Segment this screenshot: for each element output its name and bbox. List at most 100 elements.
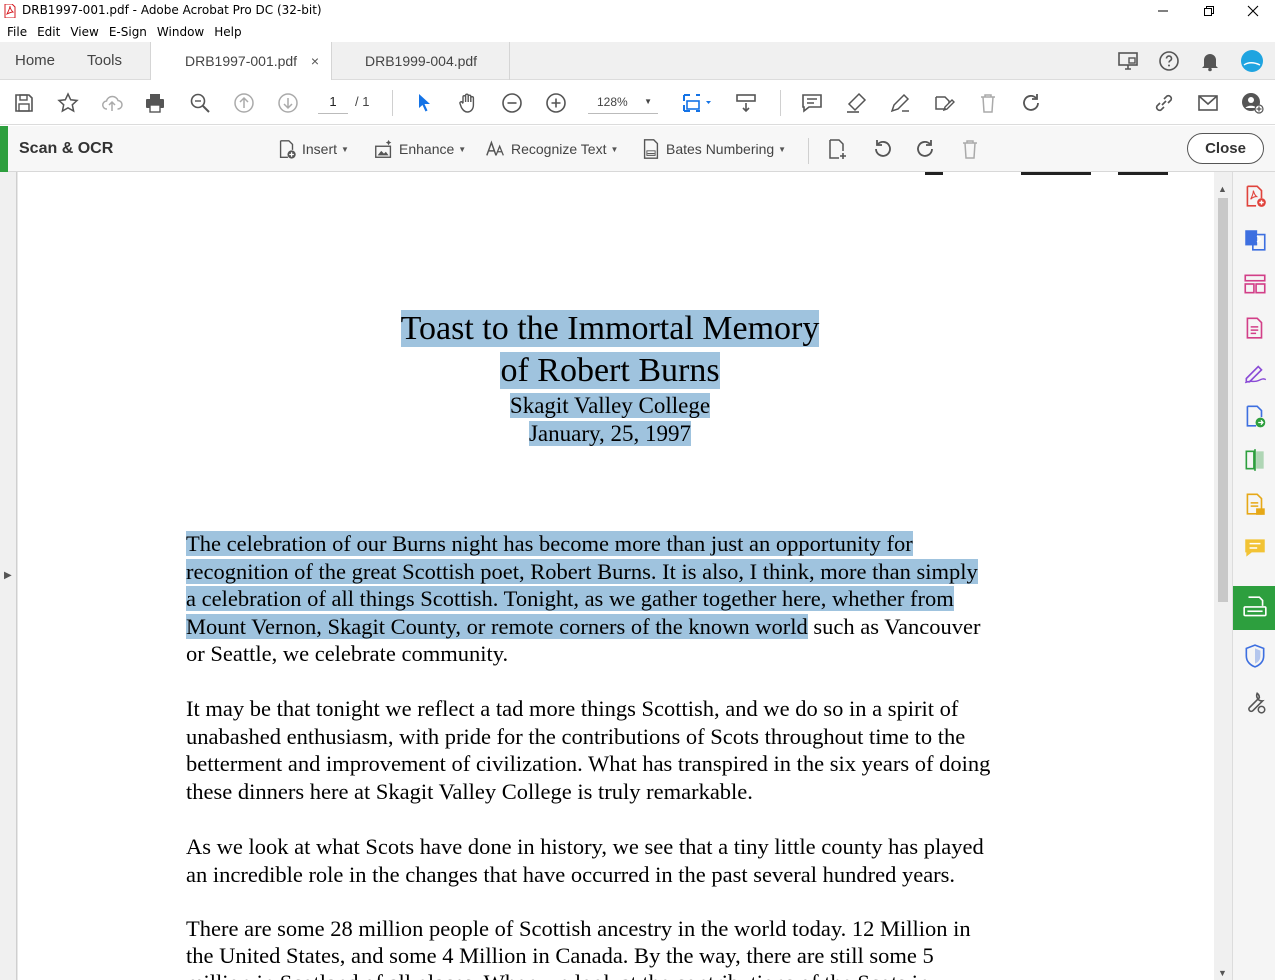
- account-avatar[interactable]: [1238, 47, 1266, 75]
- menu-help[interactable]: Help: [209, 22, 246, 42]
- share-link-button[interactable]: [1150, 89, 1178, 117]
- delete-page-button[interactable]: [956, 135, 984, 163]
- chevron-down-icon: ▼: [644, 97, 652, 106]
- export-document-tool[interactable]: [1233, 482, 1275, 526]
- tool-title: Scan & OCR: [19, 140, 114, 157]
- document-export-icon: [1246, 493, 1265, 515]
- menu-view[interactable]: View: [65, 22, 103, 42]
- help-button[interactable]: [1155, 47, 1183, 75]
- share-screen-icon: [1118, 52, 1138, 70]
- create-pdf-tool[interactable]: [1233, 174, 1275, 218]
- save-button[interactable]: [10, 89, 38, 117]
- menu-esign[interactable]: E-Sign: [104, 22, 152, 42]
- menu-file[interactable]: File: [2, 22, 32, 42]
- bookmark-star-button[interactable]: [54, 89, 82, 117]
- recognize-text-menu[interactable]: Recognize Text ▼: [485, 138, 618, 160]
- minus-circle-icon: [502, 93, 522, 113]
- delete-button[interactable]: [974, 89, 1002, 117]
- arrow-down-circle-icon: [278, 93, 298, 113]
- insert-pages-button[interactable]: [823, 135, 851, 163]
- upload-cloud-button[interactable]: [98, 89, 126, 117]
- insert-menu[interactable]: Insert ▼: [276, 138, 349, 160]
- wrench-icon: [1247, 692, 1266, 714]
- send-review-icon: [1246, 405, 1265, 428]
- menu-window[interactable]: Window: [152, 22, 209, 42]
- shield-icon: [1245, 644, 1264, 668]
- text-line: a celebration of all things Scottish. To…: [186, 586, 954, 611]
- redo-button[interactable]: [1018, 89, 1046, 117]
- caret-down-icon: ▼: [778, 144, 787, 154]
- caret-down-icon: ▼: [610, 144, 619, 154]
- share-screen-button[interactable]: [1114, 47, 1142, 75]
- document-subtitle: Skagit Valley College: [509, 393, 711, 418]
- bates-numbering-menu[interactable]: Bates Numbering ▼: [640, 138, 786, 160]
- menu-bar: File Edit View E-Sign Window Help: [0, 22, 1275, 42]
- hand-tool-button[interactable]: [454, 89, 482, 117]
- left-nav-gutter: ▶: [0, 172, 17, 980]
- export-pdf-icon: [1244, 230, 1266, 251]
- rotate-right-button[interactable]: [912, 135, 940, 163]
- comment-tool[interactable]: [1233, 526, 1275, 570]
- add-user-button[interactable]: [1238, 89, 1266, 117]
- trash-icon: [981, 94, 995, 113]
- restore-icon: [1204, 6, 1214, 16]
- scroll-mode-button[interactable]: [732, 89, 760, 117]
- minimize-button[interactable]: [1140, 0, 1186, 22]
- fill-sign-tool[interactable]: [1233, 350, 1275, 394]
- pdf-page[interactable]: Toast to the Immortal Memory of Robert B…: [18, 172, 1214, 980]
- previous-page-button[interactable]: [230, 89, 258, 117]
- protect-tool[interactable]: [1233, 634, 1275, 678]
- organize-pages-icon: [1243, 274, 1266, 294]
- text-line: recognition of the great Scottish poet, …: [186, 559, 978, 584]
- main-toolbar: 1 / 1 128% ▼: [0, 80, 1275, 125]
- zoom-out-button[interactable]: [498, 89, 526, 117]
- compare-files-tool[interactable]: [1233, 438, 1275, 482]
- tab-document[interactable]: DRB1999-004.pdf: [332, 42, 510, 81]
- close-tab-icon[interactable]: ×: [311, 42, 319, 80]
- page-number-input[interactable]: 1: [318, 90, 348, 114]
- zoom-search-button[interactable]: [186, 89, 214, 117]
- fit-page-icon: [683, 94, 711, 112]
- scroll-mode-icon: [736, 94, 756, 113]
- next-page-button[interactable]: [274, 89, 302, 117]
- tab-tools[interactable]: Tools: [87, 42, 122, 80]
- comment-button[interactable]: [798, 89, 826, 117]
- text-line: As we look at what Scots have done in hi…: [186, 834, 984, 859]
- rotate-left-button[interactable]: [868, 135, 896, 163]
- enhance-menu[interactable]: Enhance ▼: [373, 138, 466, 160]
- restore-button[interactable]: [1186, 0, 1232, 22]
- edit-pdf-button[interactable]: [930, 89, 958, 117]
- scan-ocr-tool[interactable]: [1233, 586, 1275, 630]
- close-tool-button[interactable]: Close: [1187, 133, 1264, 164]
- tab-document-active[interactable]: DRB1997-001.pdf ×: [150, 42, 332, 81]
- email-button[interactable]: [1194, 89, 1222, 117]
- zoom-in-button[interactable]: [542, 89, 570, 117]
- text-line: these dinners here at Skagit Valley Coll…: [186, 779, 753, 804]
- organize-pages-tool[interactable]: [1233, 262, 1275, 306]
- scanner-icon: [1242, 596, 1267, 617]
- text-line: The celebration of our Burns night has b…: [186, 531, 913, 556]
- scrollbar-thumb[interactable]: [1218, 198, 1228, 602]
- print-button[interactable]: [141, 89, 169, 117]
- highlight-button[interactable]: [842, 89, 870, 117]
- menu-edit[interactable]: Edit: [32, 22, 65, 42]
- scroll-down-icon[interactable]: ▼: [1218, 968, 1227, 978]
- comment-icon: [1244, 539, 1265, 557]
- scan-artifact: [1021, 172, 1091, 175]
- zoom-level-select[interactable]: 128% ▼: [588, 90, 658, 114]
- right-tools-panel: [1232, 172, 1275, 980]
- notifications-button[interactable]: [1196, 47, 1224, 75]
- edit-pdf-tool[interactable]: [1233, 306, 1275, 350]
- tab-home[interactable]: Home: [15, 42, 55, 80]
- draw-button[interactable]: [886, 89, 914, 117]
- send-for-review-tool[interactable]: [1233, 394, 1275, 438]
- more-tools[interactable]: [1233, 680, 1275, 724]
- expand-left-panel-icon[interactable]: ▶: [4, 570, 12, 581]
- document-viewport[interactable]: ▶ Toast to the Immortal Memory of Robert…: [0, 172, 1232, 980]
- select-tool-button[interactable]: [410, 89, 438, 117]
- vertical-scrollbar[interactable]: ▲ ▼: [1214, 172, 1232, 980]
- fit-page-button[interactable]: [676, 89, 716, 117]
- scroll-up-icon[interactable]: ▲: [1218, 184, 1227, 194]
- close-window-button[interactable]: [1230, 0, 1275, 22]
- export-pdf-tool[interactable]: [1233, 218, 1275, 262]
